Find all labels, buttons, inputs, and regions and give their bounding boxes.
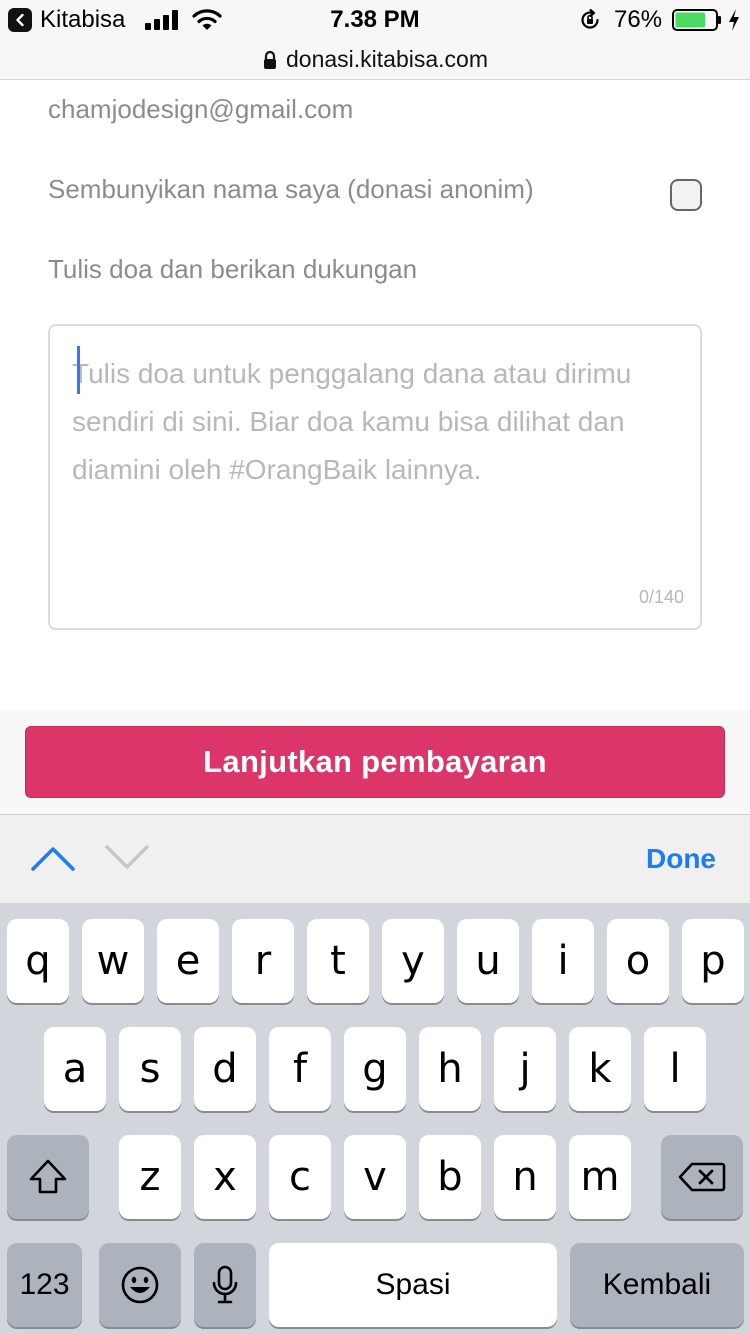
key-r[interactable]: r	[232, 919, 294, 1003]
delete-key[interactable]	[661, 1135, 743, 1219]
status-bar: Kitabisa 7.38 PM 76%	[0, 0, 750, 40]
key-m[interactable]: m	[569, 1135, 631, 1219]
return-key[interactable]: Kembali	[570, 1243, 744, 1327]
rotation-lock-icon	[581, 8, 599, 29]
key-c[interactable]: c	[269, 1135, 331, 1219]
key-a[interactable]: a	[44, 1027, 106, 1111]
emoji-icon	[121, 1266, 159, 1304]
key-s[interactable]: s	[119, 1027, 181, 1111]
anonymous-donation-checkbox[interactable]	[670, 179, 702, 211]
keyboard: q w e r t y u i o p a s d f g h j k l z …	[0, 903, 750, 1334]
chevron-down-icon[interactable]	[104, 843, 150, 873]
done-button[interactable]: Done	[646, 843, 716, 875]
padlock-icon	[264, 50, 276, 69]
dictation-key[interactable]	[194, 1243, 256, 1327]
shift-icon	[29, 1159, 67, 1194]
key-h[interactable]: h	[419, 1027, 481, 1111]
key-x[interactable]: x	[194, 1135, 256, 1219]
key-b[interactable]: b	[419, 1135, 481, 1219]
battery-icon	[672, 9, 721, 31]
battery-percent: 76%	[614, 6, 663, 33]
key-n[interactable]: n	[494, 1135, 556, 1219]
key-v[interactable]: v	[344, 1135, 406, 1219]
emoji-key[interactable]	[99, 1243, 181, 1327]
donor-email: chamjodesign@gmail.com	[48, 94, 354, 124]
keyboard-accessory-bar: Done	[0, 815, 750, 903]
key-u[interactable]: u	[457, 919, 519, 1003]
numbers-key[interactable]: 123	[7, 1243, 82, 1327]
shift-key[interactable]	[7, 1135, 89, 1219]
prayer-placeholder: Tulis doa untuk penggalang dana atau dir…	[72, 358, 632, 485]
key-d[interactable]: d	[194, 1027, 256, 1111]
key-p[interactable]: p	[682, 919, 744, 1003]
key-z[interactable]: z	[119, 1135, 181, 1219]
prayer-textarea[interactable]: Tulis doa untuk penggalang dana atau dir…	[48, 324, 702, 630]
key-j[interactable]: j	[494, 1027, 556, 1111]
continue-payment-button[interactable]: Lanjutkan pembayaran	[25, 726, 725, 798]
charging-bolt-icon	[729, 9, 739, 31]
key-f[interactable]: f	[269, 1027, 331, 1111]
anonymous-donation-label[interactable]: Sembunyikan nama saya (donasi anonim)	[48, 174, 534, 205]
prayer-label: Tulis doa dan berikan dukungan	[48, 254, 418, 284]
key-g[interactable]: g	[344, 1027, 406, 1111]
key-t[interactable]: t	[307, 919, 369, 1003]
chevron-up-icon[interactable]	[30, 843, 76, 873]
text-cursor	[77, 346, 80, 394]
backspace-icon	[678, 1162, 726, 1192]
key-i[interactable]: i	[532, 919, 594, 1003]
key-l[interactable]: l	[644, 1027, 706, 1111]
cta-bar: Lanjutkan pembayaran	[0, 710, 750, 815]
key-w[interactable]: w	[82, 919, 144, 1003]
url-domain: donasi.kitabisa.com	[286, 46, 488, 72]
key-k[interactable]: k	[569, 1027, 631, 1111]
key-e[interactable]: e	[157, 919, 219, 1003]
microphone-icon	[212, 1265, 238, 1304]
key-o[interactable]: o	[607, 919, 669, 1003]
url-bar[interactable]: donasi.kitabisa.com	[0, 40, 750, 80]
space-key[interactable]: Spasi	[269, 1243, 557, 1327]
key-q[interactable]: q	[7, 919, 69, 1003]
character-counter: 0/140	[638, 587, 684, 607]
key-y[interactable]: y	[382, 919, 444, 1003]
